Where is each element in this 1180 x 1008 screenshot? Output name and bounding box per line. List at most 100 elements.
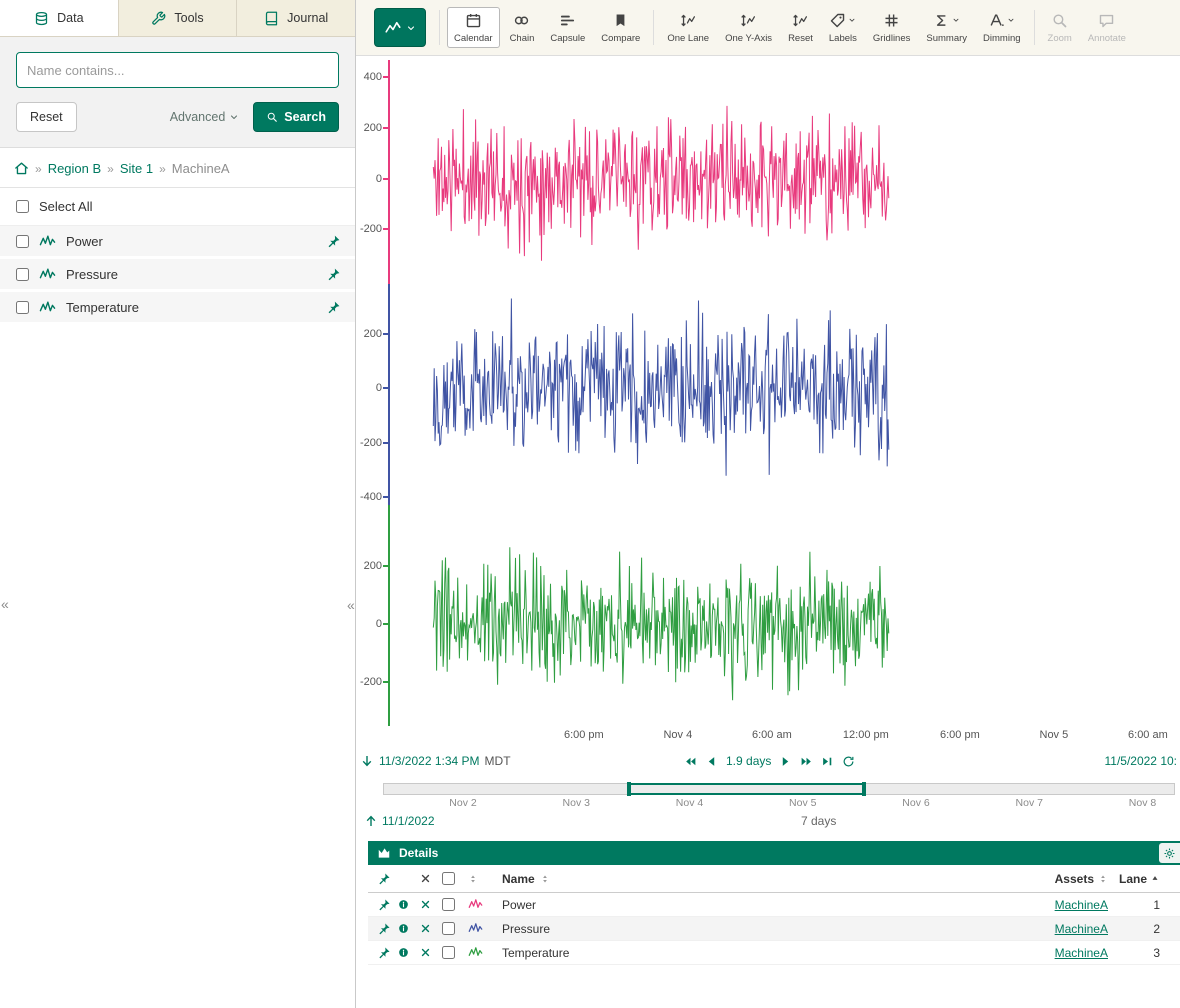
- search-input[interactable]: [16, 52, 339, 88]
- column-icon-sort[interactable]: [468, 874, 502, 884]
- step-forward-icon[interactable]: [779, 755, 792, 768]
- toolbar-reset-button[interactable]: Reset: [780, 0, 821, 55]
- chain-icon: [513, 12, 530, 29]
- signal-icon: [468, 897, 483, 912]
- range-end-date[interactable]: 11/5/2022 10:: [1104, 754, 1177, 768]
- signal-plot-power[interactable]: [390, 60, 1178, 284]
- tab-tools[interactable]: Tools: [119, 0, 238, 36]
- details-row-power[interactable]: PowerMachineA1: [368, 893, 1180, 917]
- row-checkbox[interactable]: [442, 946, 455, 959]
- tab-data[interactable]: Data: [0, 0, 119, 36]
- toolbar-compare-button[interactable]: Compare: [593, 0, 648, 55]
- pin-icon[interactable]: [326, 234, 341, 249]
- asset-link[interactable]: MachineA: [1055, 922, 1108, 936]
- view-selector-button[interactable]: [374, 8, 426, 47]
- timeline-handle-right[interactable]: [862, 782, 866, 796]
- skip-back-icon[interactable]: [684, 755, 697, 768]
- search-actions: Reset Advanced Search: [16, 102, 339, 132]
- skip-forward-icon[interactable]: [800, 755, 813, 768]
- pin-icon[interactable]: [377, 898, 391, 912]
- select-all-checkbox[interactable]: [16, 200, 29, 213]
- investigate-duration[interactable]: 7 days: [801, 814, 836, 828]
- skip-to-end-icon[interactable]: [821, 755, 834, 768]
- home-icon[interactable]: [14, 161, 29, 176]
- signal-item-pressure[interactable]: Pressure: [0, 259, 355, 292]
- column-lane[interactable]: Lane: [1116, 872, 1180, 886]
- range-start[interactable]: 11/3/2022 1:34 PM MDT: [360, 754, 511, 768]
- pin-icon[interactable]: [326, 267, 341, 282]
- investigate-start[interactable]: 11/1/2022: [364, 814, 435, 828]
- toolbar-button-label: Labels: [829, 33, 857, 44]
- lane-power[interactable]: 4002000-200: [388, 60, 1180, 284]
- signal-plot-temperature[interactable]: [390, 505, 1178, 726]
- y-axis-tick: -400: [360, 491, 382, 503]
- timeline-track[interactable]: [383, 783, 1175, 795]
- signal-checkbox[interactable]: [16, 268, 29, 281]
- auto-update-icon[interactable]: [842, 755, 855, 768]
- signal-item-power[interactable]: Power: [0, 226, 355, 259]
- signal-plot-pressure[interactable]: [390, 284, 1178, 505]
- collapse-sidebar-icon[interactable]: «: [347, 598, 355, 612]
- asset-link[interactable]: MachineA: [1055, 946, 1108, 960]
- info-icon[interactable]: [398, 947, 409, 958]
- range-duration[interactable]: 1.9 days: [726, 754, 771, 768]
- toolbar-dimming-button[interactable]: Dimming: [975, 0, 1028, 55]
- x-axis-tick: 6:00 pm: [940, 729, 980, 741]
- toolbar-gridlines-button[interactable]: Gridlines: [865, 0, 919, 55]
- advanced-link[interactable]: Advanced: [170, 110, 240, 124]
- pin-icon[interactable]: [377, 946, 391, 960]
- reset-button[interactable]: Reset: [16, 102, 77, 132]
- timeline-handle-left[interactable]: [627, 782, 631, 796]
- info-icon[interactable]: [398, 899, 409, 910]
- info-icon[interactable]: [398, 923, 409, 934]
- annotate-icon: [1098, 12, 1115, 29]
- magnifier-icon: [266, 111, 278, 123]
- breadcrumb-site[interactable]: Site 1: [120, 161, 153, 176]
- y-axis-tick: 0: [376, 618, 382, 630]
- remove-icon[interactable]: [420, 923, 431, 934]
- toolbar-calendar-button[interactable]: Calendar: [447, 7, 500, 48]
- toolbar-capsule-button[interactable]: Capsule: [542, 0, 593, 55]
- toolbar-button-label: Zoom: [1048, 33, 1072, 44]
- signal-item-temperature[interactable]: Temperature: [0, 292, 355, 325]
- column-name[interactable]: Name: [502, 872, 1036, 886]
- range-timezone: MDT: [485, 754, 511, 768]
- column-pin[interactable]: [368, 872, 398, 886]
- signal-checkbox[interactable]: [16, 235, 29, 248]
- toolbar-zoom-button: Zoom: [1040, 0, 1080, 55]
- advanced-label: Advanced: [170, 110, 226, 124]
- pin-icon[interactable]: [377, 922, 391, 936]
- column-assets[interactable]: Assets: [1036, 872, 1116, 886]
- toolbar-button-label: Calendar: [454, 33, 493, 44]
- toolbar-summary-button[interactable]: Summary: [918, 0, 975, 55]
- timeline-selection[interactable]: [629, 783, 864, 795]
- search-button[interactable]: Search: [253, 102, 339, 132]
- x-axis-tick: 12:00 pm: [843, 729, 889, 741]
- collapse-panel-icon[interactable]: «: [1, 597, 9, 611]
- signal-checkbox[interactable]: [16, 301, 29, 314]
- toolbar-chain-button[interactable]: Chain: [502, 0, 543, 55]
- chevron-down-icon: [952, 16, 960, 24]
- select-all-rows-checkbox[interactable]: [442, 872, 455, 885]
- column-remove[interactable]: [420, 873, 442, 884]
- remove-icon[interactable]: [420, 947, 431, 958]
- step-back-icon[interactable]: [705, 755, 718, 768]
- breadcrumb-current: MachineA: [172, 161, 230, 176]
- lane-temperature[interactable]: 2000-200: [388, 505, 1180, 726]
- toolbar-one-lane-button[interactable]: One Lane: [659, 0, 717, 55]
- details-row-pressure[interactable]: PressureMachineA2: [368, 917, 1180, 941]
- toolbar-labels-button[interactable]: Labels: [821, 0, 865, 55]
- signal-label: Temperature: [66, 300, 139, 315]
- pin-icon[interactable]: [326, 300, 341, 315]
- y-axis-tick-mark: [383, 565, 388, 567]
- toolbar-one-y-axis-button[interactable]: One Y-Axis: [717, 0, 780, 55]
- remove-icon[interactable]: [420, 899, 431, 910]
- row-checkbox[interactable]: [442, 922, 455, 935]
- details-row-temperature[interactable]: TemperatureMachineA3: [368, 941, 1180, 965]
- breadcrumb-region[interactable]: Region B: [48, 161, 101, 176]
- asset-link[interactable]: MachineA: [1055, 898, 1108, 912]
- details-settings-button[interactable]: [1159, 843, 1180, 863]
- lane-pressure[interactable]: 2000-200-400: [388, 284, 1180, 505]
- tab-journal[interactable]: Journal: [237, 0, 355, 36]
- row-checkbox[interactable]: [442, 898, 455, 911]
